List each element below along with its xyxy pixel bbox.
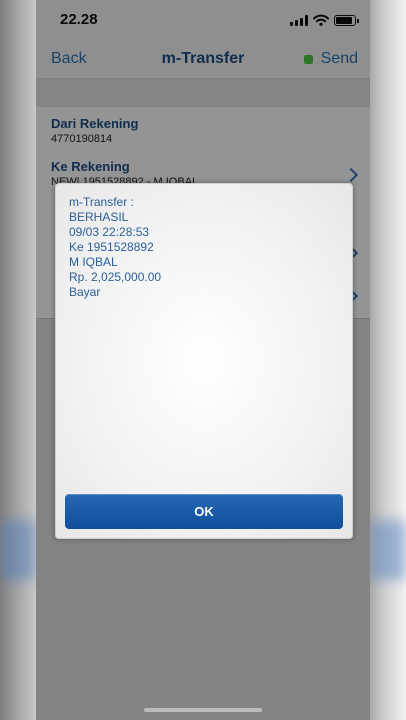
message-line: Ke 1951528892 xyxy=(69,240,154,254)
ok-button[interactable]: OK xyxy=(65,494,343,529)
phone-screen: 22.28 Back m-Transfer Send Dari Rekening… xyxy=(36,0,370,720)
message-line: 09/03 22:28:53 xyxy=(69,225,150,239)
message-line: Rp. 2,025,000.00 xyxy=(69,270,162,284)
transfer-result-dialog: m-Transfer : BERHASIL 09/03 22:28:53 Ke … xyxy=(55,183,353,539)
home-indicator[interactable] xyxy=(144,708,262,712)
message-line: M IQBAL xyxy=(69,255,118,269)
message-line: m-Transfer : xyxy=(69,195,134,209)
blurred-left-edge xyxy=(0,0,36,720)
dialog-message: m-Transfer : BERHASIL 09/03 22:28:53 Ke … xyxy=(69,195,161,300)
message-line: Bayar xyxy=(69,285,101,299)
message-line: BERHASIL xyxy=(69,210,129,224)
blurred-right-edge xyxy=(370,0,406,720)
